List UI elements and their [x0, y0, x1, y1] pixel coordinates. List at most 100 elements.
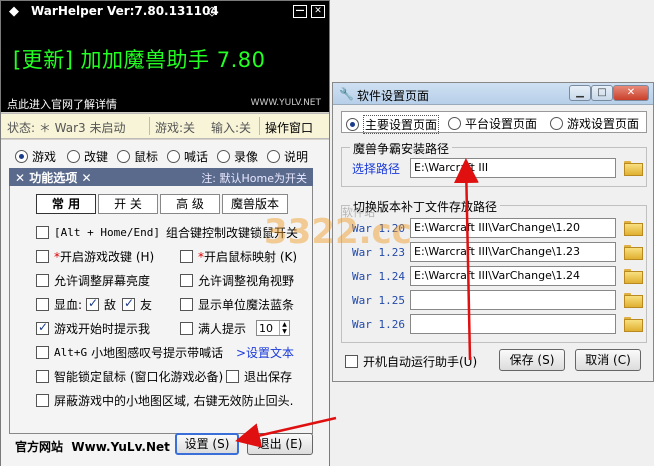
smart-lock-checkbox[interactable]: 智能锁定鼠标 (窗口化游戏必备) — [36, 368, 223, 385]
exit-save-checkbox[interactable]: 退出保存 — [226, 368, 292, 385]
cancel-button[interactable]: 取消 (C) — [575, 349, 641, 371]
version-path-field[interactable] — [410, 314, 616, 334]
friend-hp-checkbox[interactable]: 友 — [122, 296, 152, 313]
features-title: 功能选项 — [29, 171, 78, 185]
alt-g-checkbox[interactable]: Alt+G 小地图感叹号提示带喊话 — [36, 344, 223, 361]
update-banner[interactable]: [更新] 加加魔兽助手 7.80 点此进入官网了解详情 WWW.YULV.NET — [1, 22, 329, 112]
install-path-group: 魔兽争霸安装路径 选择路径 E:\Warcraft III — [341, 140, 647, 187]
version-path-field[interactable] — [410, 290, 616, 310]
install-group-label: 魔兽争霸安装路径 — [350, 140, 453, 157]
radio-icon — [117, 150, 130, 163]
view-checkbox[interactable]: 允许调整视角视野 — [180, 272, 294, 289]
status-game: 游戏:关 — [155, 121, 196, 135]
settings-tabs: 主要设置页面 平台设置页面 游戏设置页面 — [341, 111, 647, 134]
select-path-link[interactable]: 选择路径 — [352, 160, 400, 177]
radio-icon — [550, 117, 563, 130]
folder-icon[interactable] — [624, 245, 643, 260]
radio-icon — [346, 118, 359, 131]
folder-icon[interactable] — [624, 317, 643, 332]
status-state: 状态: ＊ War3 未启动 — [7, 121, 126, 135]
settings-window-title: 软件设置页面 — [357, 89, 430, 103]
version-label: War 1.25 — [352, 294, 405, 307]
tab-main-settings[interactable]: 主要设置页面 — [346, 115, 440, 134]
diamond-outline-icon: ◇ — [207, 4, 217, 19]
checkbox-icon — [122, 296, 135, 311]
mode-tab-replay[interactable]: 录像 — [217, 148, 258, 165]
checkbox-icon — [180, 298, 193, 311]
status-input: 输入:关 — [211, 121, 252, 135]
autostart-checkbox[interactable]: 开机自动运行助手(U) — [345, 353, 477, 370]
website-text: 官方网站 Www.YuLv.Net — [15, 440, 170, 454]
window-title: WarHelper Ver:7.80.131104 — [31, 4, 219, 18]
version-path-field[interactable]: E:\Warcraft III\VarChange\1.23 — [410, 242, 616, 262]
save-button[interactable]: 保存 (S) — [499, 349, 565, 371]
tab-common[interactable]: 常 用 — [36, 194, 96, 214]
alt-home-checkbox[interactable]: [Alt + Home/End] 组合键控制改键锁鼠开关 — [36, 224, 298, 241]
close-button[interactable]: ✕ — [311, 5, 325, 18]
checkbox-icon — [345, 355, 358, 368]
features-note: 注: 默认Home为开关 — [201, 172, 307, 185]
exit-button[interactable]: 退出 (E) — [247, 433, 313, 455]
main-body: 游戏 改键 鼠标 喊话 录像 说明 ✕ 功能选项 ✕ 注: 默认Home为开关 … — [1, 140, 329, 466]
mode-tab-shout[interactable]: 喊话 — [167, 148, 208, 165]
folder-icon[interactable] — [624, 293, 643, 308]
checkbox-icon — [36, 226, 49, 239]
watermark-logo: 3322.cc 软件站 — [264, 206, 412, 252]
version-path-field[interactable]: E:\Warcraft III\VarChange\1.20 — [410, 218, 616, 238]
folder-icon[interactable] — [624, 269, 643, 284]
enemy-hp-checkbox[interactable]: 敌 — [86, 296, 116, 313]
minimize-button[interactable]: ▁ — [569, 85, 591, 101]
radio-icon — [167, 150, 180, 163]
banner-link[interactable]: 点此进入官网了解详情 — [7, 96, 117, 112]
brightness-checkbox[interactable]: 允许调整屏幕亮度 — [36, 272, 150, 289]
version-label: War 1.24 — [352, 270, 405, 283]
show-hp-checkbox[interactable]: 显血: — [36, 296, 82, 313]
folder-icon[interactable] — [624, 161, 643, 176]
wrench-icon: 🔧 — [339, 87, 354, 101]
radio-icon — [217, 150, 230, 163]
mode-tab-mouse[interactable]: 鼠标 — [117, 148, 158, 165]
checkbox-icon — [36, 394, 49, 407]
maximize-button[interactable]: □ — [591, 85, 613, 101]
tab-switch[interactable]: 开 关 — [98, 194, 158, 214]
checkbox-icon — [86, 296, 99, 311]
version-label: War 1.26 — [352, 318, 405, 331]
enable-remap-checkbox[interactable]: * 开启游戏改键 (H) — [36, 248, 154, 265]
features-header: ✕ 功能选项 ✕ 注: 默认Home为开关 — [9, 168, 313, 186]
block-minimap-checkbox[interactable]: 屏蔽游戏中的小地图区域, 右键无效防止回头. — [36, 392, 293, 409]
close-button[interactable]: ✕ — [613, 85, 649, 101]
install-path-field[interactable]: E:\Warcraft III — [410, 158, 616, 178]
checkbox-icon — [36, 298, 49, 311]
stepper-arrows-icon: ▲ ▼ — [279, 321, 289, 335]
settings-button[interactable]: 设置 (S) — [175, 433, 239, 455]
status-bar: 状态: ＊ War3 未启动 游戏:关 输入:关 操作窗口 — [1, 113, 329, 139]
operation-window-button[interactable]: 操作窗口 — [265, 119, 313, 136]
full-people-stepper[interactable]: 10 ▲ ▼ — [256, 320, 290, 336]
checkbox-icon — [36, 346, 49, 359]
banner-title: [更新] 加加魔兽助手 7.80 — [13, 48, 266, 72]
mode-tab-keymap[interactable]: 改键 — [67, 148, 108, 165]
game-start-tip-checkbox[interactable]: 游戏开始时提示我 — [36, 320, 150, 337]
tab-game-settings[interactable]: 游戏设置页面 — [550, 115, 639, 132]
mode-tab-game[interactable]: 游戏 — [15, 148, 56, 165]
minimize-button[interactable]: — — [293, 5, 307, 18]
checkbox-icon — [36, 320, 49, 335]
tab-advanced[interactable]: 高 级 — [160, 194, 220, 214]
close-icon: ✕ — [15, 171, 26, 185]
checkbox-icon — [180, 250, 193, 263]
checkbox-icon — [36, 370, 49, 383]
radio-icon — [267, 150, 280, 163]
banner-url: WWW.YULV.NET — [250, 98, 321, 108]
checkbox-icon — [36, 274, 49, 287]
title-bar: ◆ WarHelper Ver:7.80.131104 ◇ — ✕ — [1, 1, 329, 22]
mode-tab-help[interactable]: 说明 — [267, 148, 308, 165]
checkbox-icon — [226, 370, 239, 383]
close-icon: ✕ — [81, 171, 92, 185]
diamond-icon: ◆ — [9, 4, 19, 19]
folder-icon[interactable] — [624, 221, 643, 236]
version-path-field[interactable]: E:\Warcraft III\VarChange\1.24 — [410, 266, 616, 286]
show-mana-checkbox[interactable]: 显示单位魔法蓝条 — [180, 296, 294, 313]
set-text-link[interactable]: >设置文本 — [236, 344, 294, 361]
tab-platform-settings[interactable]: 平台设置页面 — [448, 115, 537, 132]
full-people-checkbox[interactable]: 满人提示 — [180, 320, 246, 337]
